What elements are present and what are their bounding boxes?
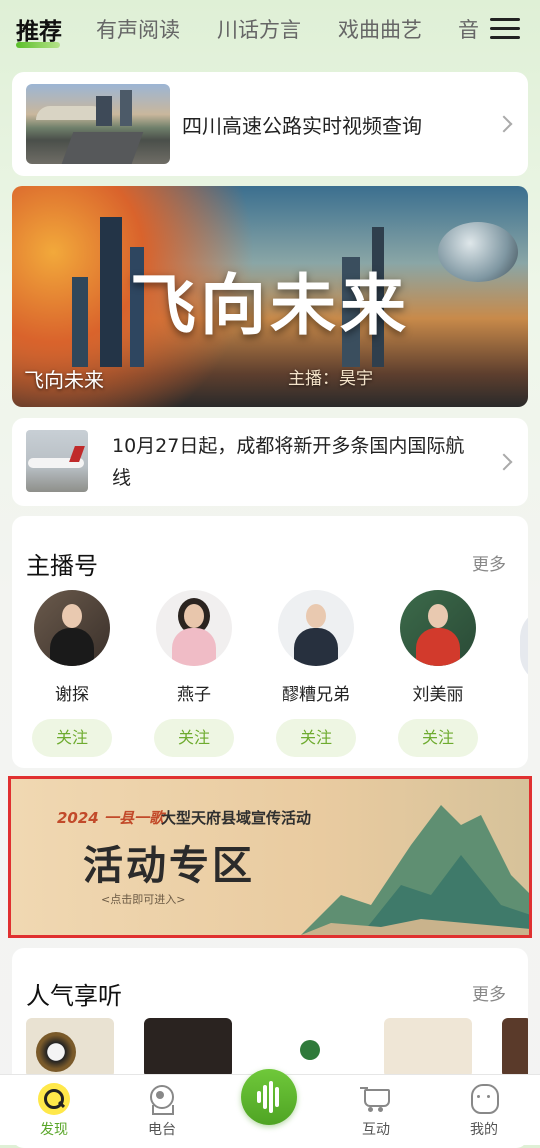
host-card[interactable]: 谢探 关注 [22, 590, 122, 757]
tab-sichuan-dialect[interactable]: 川话方言 [217, 14, 301, 44]
news-title: 四川高速公路实时视频查询 [182, 114, 422, 138]
section-title: 人气享听 [26, 982, 122, 1010]
highway-thumbnail [26, 84, 170, 164]
discover-icon [38, 1083, 70, 1115]
popular-item[interactable] [266, 1018, 354, 1078]
host-card[interactable]: 燕子 关注 [144, 590, 244, 757]
avatar [400, 590, 476, 666]
follow-button[interactable]: 关注 [154, 719, 234, 757]
chevron-right-icon [495, 115, 513, 133]
news-card-airline[interactable]: 10月27日起，成都将新开多条国内国际航线 [12, 418, 528, 506]
avatar [34, 590, 110, 666]
mountain-illustration [301, 805, 529, 935]
popular-item[interactable] [26, 1018, 114, 1078]
activity-zone-banner[interactable]: 2024 一县一歌 大型天府县域宣传活动 活动专区 <点击即可进入> [8, 776, 532, 938]
tab-music[interactable]: 音 [458, 14, 479, 44]
hosts-section: 主播号 更多 谢探 关注 燕子 关注 醪糟兄弟 关注 刘美丽 关注 [12, 516, 528, 768]
activity-year: 2024 一县一歌 [57, 809, 164, 827]
host-name: 燕子 [177, 685, 211, 705]
more-link[interactable]: 更多 [472, 550, 506, 575]
popular-item[interactable] [384, 1018, 472, 1078]
activity-campaign: 大型天府县域宣传活动 [161, 809, 312, 827]
more-link[interactable]: 更多 [472, 980, 506, 1005]
host-card[interactable]: 刘美丽 关注 [388, 590, 488, 757]
follow-button[interactable]: 关注 [32, 719, 112, 757]
featured-banner[interactable]: 飞向未来 飞向未来 主播：昊宇 [12, 186, 528, 407]
top-tab-bar: 推荐 有声阅读 川话方言 戏曲曲艺 音 [0, 0, 540, 62]
host-name: 醪糟兄弟 [282, 685, 350, 705]
tab-opera[interactable]: 戏曲曲艺 [338, 14, 422, 44]
airplane-thumbnail [26, 430, 88, 492]
banner-subtitle: 飞向未来 [24, 368, 104, 392]
radio-icon [146, 1083, 178, 1115]
nav-label: 我的 [470, 1122, 498, 1138]
host-card[interactable]: 醪糟兄弟 关注 [266, 590, 366, 757]
nav-label: 互动 [362, 1122, 390, 1138]
banner-title: 飞向未来 [130, 267, 410, 344]
voice-wave-button[interactable] [241, 1069, 297, 1125]
avatar[interactable] [520, 608, 528, 684]
news-title: 10月27日起，成都将新开多条国内国际航线 [112, 435, 465, 489]
menu-icon[interactable] [490, 18, 520, 42]
activity-title: 活动专区 [83, 843, 255, 889]
nav-profile[interactable]: 我的 [444, 1083, 524, 1139]
follow-button[interactable]: 关注 [398, 719, 478, 757]
avatar [156, 590, 232, 666]
banner-host: 主播：昊宇 [288, 369, 373, 389]
avatar [278, 590, 354, 666]
tab-recommend[interactable]: 推荐 [16, 12, 62, 46]
host-name: 谢探 [55, 685, 89, 705]
nav-label: 发现 [40, 1122, 68, 1138]
popular-item[interactable] [144, 1018, 232, 1078]
popular-item[interactable] [502, 1018, 528, 1078]
activity-hint: <点击即可进入> [101, 893, 186, 906]
nav-interaction[interactable]: 互动 [336, 1083, 416, 1139]
profile-icon [468, 1083, 500, 1115]
active-tab-indicator [16, 42, 60, 48]
nav-radio[interactable]: 电台 [122, 1083, 202, 1139]
nav-discover[interactable]: 发现 [14, 1083, 94, 1139]
host-name: 刘美丽 [412, 685, 464, 705]
chevron-right-icon [495, 453, 513, 471]
news-card-highway[interactable]: 四川高速公路实时视频查询 [12, 72, 528, 176]
nav-label: 电台 [148, 1122, 176, 1138]
follow-button[interactable]: 关注 [276, 719, 356, 757]
cart-icon [360, 1083, 392, 1115]
tab-audio-reading[interactable]: 有声阅读 [96, 14, 180, 44]
section-title: 主播号 [26, 552, 98, 580]
bottom-nav: 发现 电台 互动 我的 [0, 1069, 540, 1145]
